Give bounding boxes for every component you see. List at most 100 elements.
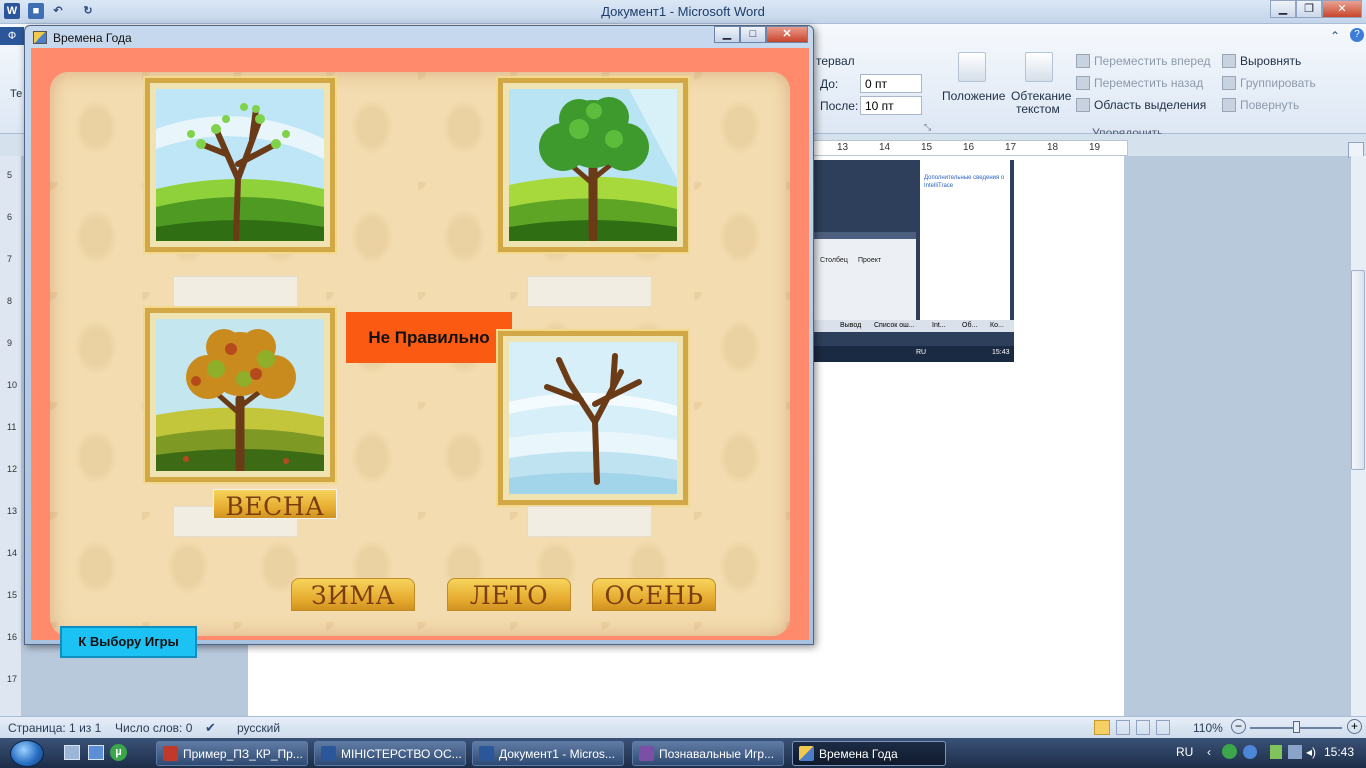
ruler-num: 17 [7, 674, 18, 684]
bring-forward-button[interactable]: Переместить вперед [1094, 54, 1210, 68]
embedded-tab: Int... [932, 322, 946, 329]
taskbar-item-label: Документ1 - Micros... [499, 747, 615, 761]
rotate-icon [1222, 98, 1236, 112]
interval-label: тервал [816, 54, 855, 68]
language-indicator[interactable]: русский [237, 721, 280, 735]
reading-view-icon[interactable] [1116, 720, 1130, 735]
web-view-icon[interactable] [1136, 720, 1150, 735]
embedded-tab: Список ош... [874, 322, 915, 329]
ruler-num: 13 [837, 142, 849, 153]
embedded-lang: RU [916, 349, 927, 356]
embedded-col-header: Столбец [820, 257, 848, 264]
answer-slot-1[interactable] [173, 276, 298, 307]
position-button[interactable]: Положение [942, 89, 1005, 103]
app-close-button[interactable]: ✕ [766, 26, 808, 43]
taskbar-item-word-doc[interactable]: МІНІСТЕРСТВО ОС... [314, 741, 466, 766]
answer-slot-4[interactable] [527, 506, 652, 537]
embedded-screenshot-image[interactable]: Дополнительные сведения о IntelliTrace С… [812, 160, 1014, 362]
taskbar-item-word-document1[interactable]: Документ1 - Micros... [472, 741, 624, 766]
word-icon [321, 746, 336, 761]
word-button-autumn[interactable]: ОСЕНЬ [592, 578, 716, 611]
dialog-launcher-icon[interactable]: ⤡ [924, 122, 931, 133]
ruler-num: 16 [7, 632, 18, 642]
spacing-before-input[interactable]: 0 пт [860, 74, 922, 93]
embedded-tab: Ко... [990, 322, 1004, 329]
position-icon[interactable] [958, 52, 986, 82]
dragged-word-button[interactable]: ВЕСНА [213, 489, 337, 519]
file-tab[interactable]: Ф [0, 27, 24, 45]
word-status-bar: Страница: 1 из 1 Число слов: 0 ✔ русский… [0, 716, 1366, 738]
show-desktop-icon[interactable] [64, 745, 80, 760]
taskbar-item-seasons[interactable]: Времена Года [792, 741, 946, 766]
embedded-info-link: Дополнительные сведения о IntelliTrace [924, 175, 1005, 189]
zoom-in-icon[interactable]: + [1347, 719, 1362, 734]
outline-view-icon[interactable] [1156, 720, 1170, 735]
scrollbar-thumb[interactable] [1351, 270, 1365, 470]
word-icon [479, 746, 494, 761]
zoom-out-icon[interactable]: − [1231, 719, 1246, 734]
seasons-app-window: Времена Года ▁ □ ✕ Не Правильно ВЕСНА ЗИ… [24, 25, 814, 658]
ribbon-collapse-icon[interactable]: ⌃ [1330, 29, 1340, 43]
embedded-tab: Вывод [840, 322, 862, 329]
vertical-ruler: 5 6 7 8 9 10 11 12 13 14 15 16 17 [0, 156, 22, 716]
app-titlebar[interactable]: Времена Года ▁ □ ✕ [25, 26, 813, 48]
send-backward-button[interactable]: Переместить назад [1094, 76, 1203, 90]
explorer-icon[interactable] [88, 745, 104, 760]
horizontal-ruler: 13 14 15 16 17 18 19 [812, 140, 1128, 156]
app-minimize-button[interactable]: ▁ [714, 26, 740, 43]
app-client-area: Не Правильно ВЕСНА ЗИМА ЛЕТО ОСЕНЬ К Выб… [31, 48, 809, 658]
back-to-games-button[interactable]: К Выбору Игры [60, 626, 197, 658]
word-count[interactable]: Число слов: 0 [115, 721, 192, 735]
tray-monitor-icon[interactable] [1288, 745, 1302, 759]
align-button[interactable]: Выровнять [1240, 54, 1301, 68]
ribbon-partial-label: Те [10, 88, 23, 100]
picture-frame-winter [496, 329, 690, 507]
embedded-list-panel: Столбец Проект [812, 232, 916, 327]
start-button[interactable] [10, 740, 44, 767]
word-titlebar: W ■ ↶ ↻ Документ1 - Microsoft Word ▁ ❐ ✕ [0, 0, 1366, 24]
zoom-slider-thumb[interactable] [1293, 721, 1300, 733]
spacing-after-label: После: [820, 99, 859, 113]
word-button-winter[interactable]: ЗИМА [291, 578, 415, 611]
spacing-after-input[interactable]: 10 пт [860, 96, 922, 115]
word-button-summer[interactable]: ЛЕТО [447, 578, 571, 611]
taskbar-item-visual-studio[interactable]: Познавальные Игр... [632, 741, 784, 766]
app-window-icon[interactable] [33, 31, 47, 44]
word-window-title: Документ1 - Microsoft Word [601, 4, 765, 19]
word-close-button[interactable]: ✕ [1322, 0, 1362, 18]
tray-language[interactable]: RU [1176, 745, 1193, 759]
word-minimize-button[interactable]: ▁ [1270, 0, 1296, 18]
rotate-button[interactable]: Повернуть [1240, 98, 1299, 112]
ruler-num: 19 [1089, 142, 1101, 153]
tray-network-icon[interactable] [1243, 745, 1257, 759]
taskbar-item-label: Времена Года [819, 747, 898, 761]
selection-pane-icon [1076, 98, 1090, 112]
tray-signal-icon[interactable] [1270, 745, 1282, 759]
embedded-side-panel: Дополнительные сведения о IntelliTrace [920, 160, 1010, 325]
text-wrap-button[interactable]: Обтекание [1011, 89, 1071, 103]
page-count[interactable]: Страница: 1 из 1 [8, 721, 101, 735]
app-maximize-button[interactable]: □ [740, 26, 766, 43]
ruler-num: 16 [963, 142, 975, 153]
selection-pane-button[interactable]: Область выделения [1094, 98, 1206, 112]
ruler-num: 18 [1047, 142, 1059, 153]
ruler-num: 13 [7, 506, 18, 516]
spellcheck-icon[interactable]: ✔ [205, 720, 221, 735]
print-layout-view-icon[interactable] [1094, 720, 1110, 735]
utorrent-icon[interactable]: µ [110, 744, 127, 761]
tray-volume-icon[interactable]: ◂) [1306, 745, 1316, 759]
taskbar-item-pdf[interactable]: Пример_ПЗ_КР_Пр... [156, 741, 308, 766]
tray-clock[interactable]: 15:43 [1324, 745, 1354, 759]
tray-expand-icon[interactable]: ‹ [1207, 745, 1211, 759]
tray-utorrent-icon[interactable] [1222, 744, 1237, 759]
answer-slot-2[interactable] [527, 276, 652, 307]
text-wrap-icon[interactable] [1025, 52, 1053, 82]
tree-autumn-image [156, 319, 324, 471]
group-button[interactable]: Группировать [1240, 76, 1316, 90]
embedded-taskbar: RU 15:43 [812, 346, 1014, 362]
feedback-label: Не Правильно [346, 312, 512, 363]
text-wrap-button-line2[interactable]: текстом [1016, 102, 1060, 116]
zoom-level[interactable]: 110% [1193, 721, 1223, 735]
word-maximize-button[interactable]: ❐ [1296, 0, 1322, 18]
help-icon[interactable]: ? [1350, 28, 1364, 42]
